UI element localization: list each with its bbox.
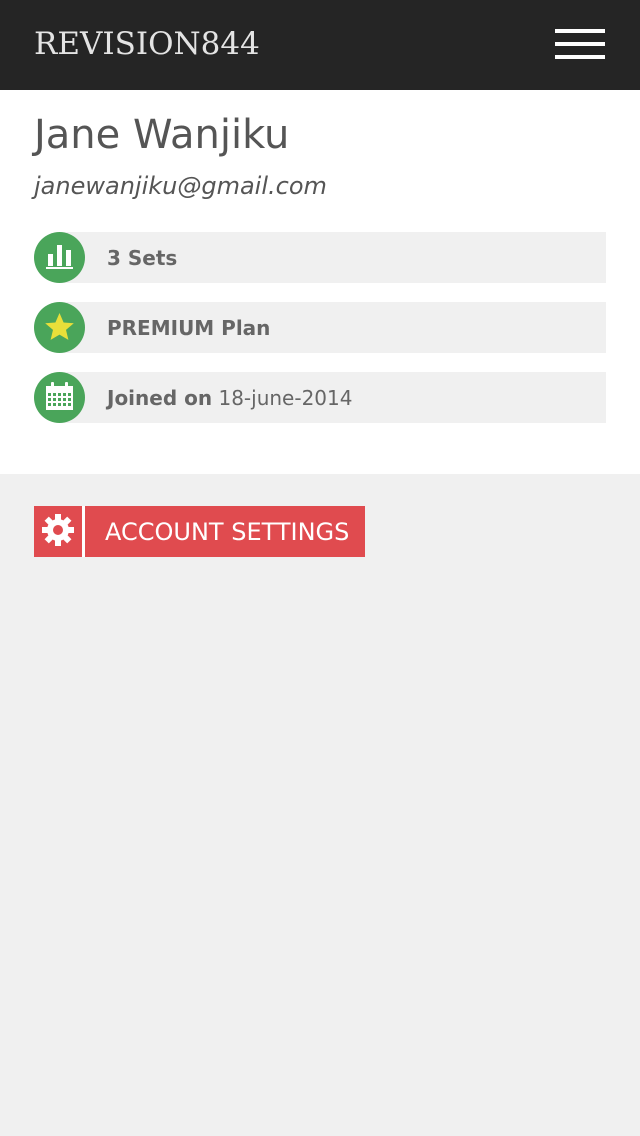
menu-line — [555, 55, 605, 59]
profile-card: Jane Wanjiku janewanjiku@gmail.com 3 Set… — [0, 90, 640, 474]
top-navigation-bar: REVISION844 — [0, 0, 640, 90]
profile-name: Jane Wanjiku — [34, 112, 290, 158]
stat-row-joined: Joined on 18-june-2014 — [34, 372, 606, 423]
stat-bold-text: 3 Sets — [107, 246, 178, 270]
profile-email: janewanjiku@gmail.com — [34, 172, 327, 200]
account-settings-button[interactable]: ACCOUNT SETTINGS — [34, 506, 365, 557]
stat-bold-text: PREMIUM Plan — [107, 316, 271, 340]
calendar-icon — [34, 372, 85, 423]
star-icon — [34, 302, 85, 353]
stat-row-sets: 3 Sets — [34, 232, 606, 283]
gear-icon — [34, 506, 85, 557]
stat-label: PREMIUM Plan — [107, 314, 270, 342]
stat-label: 3 Sets — [107, 244, 177, 272]
menu-line — [555, 42, 605, 46]
stat-row-plan: PREMIUM Plan — [34, 302, 606, 353]
joined-date: 18-june-2014 — [218, 386, 353, 410]
brand-logo[interactable]: REVISION844 — [34, 26, 260, 62]
menu-line — [555, 29, 605, 33]
bar-chart-icon — [34, 232, 85, 283]
hamburger-menu-icon[interactable] — [548, 26, 612, 64]
account-settings-label: ACCOUNT SETTINGS — [105, 518, 350, 546]
stat-bold-text: Joined on — [107, 386, 213, 410]
stat-label: Joined on 18-june-2014 — [107, 384, 352, 412]
